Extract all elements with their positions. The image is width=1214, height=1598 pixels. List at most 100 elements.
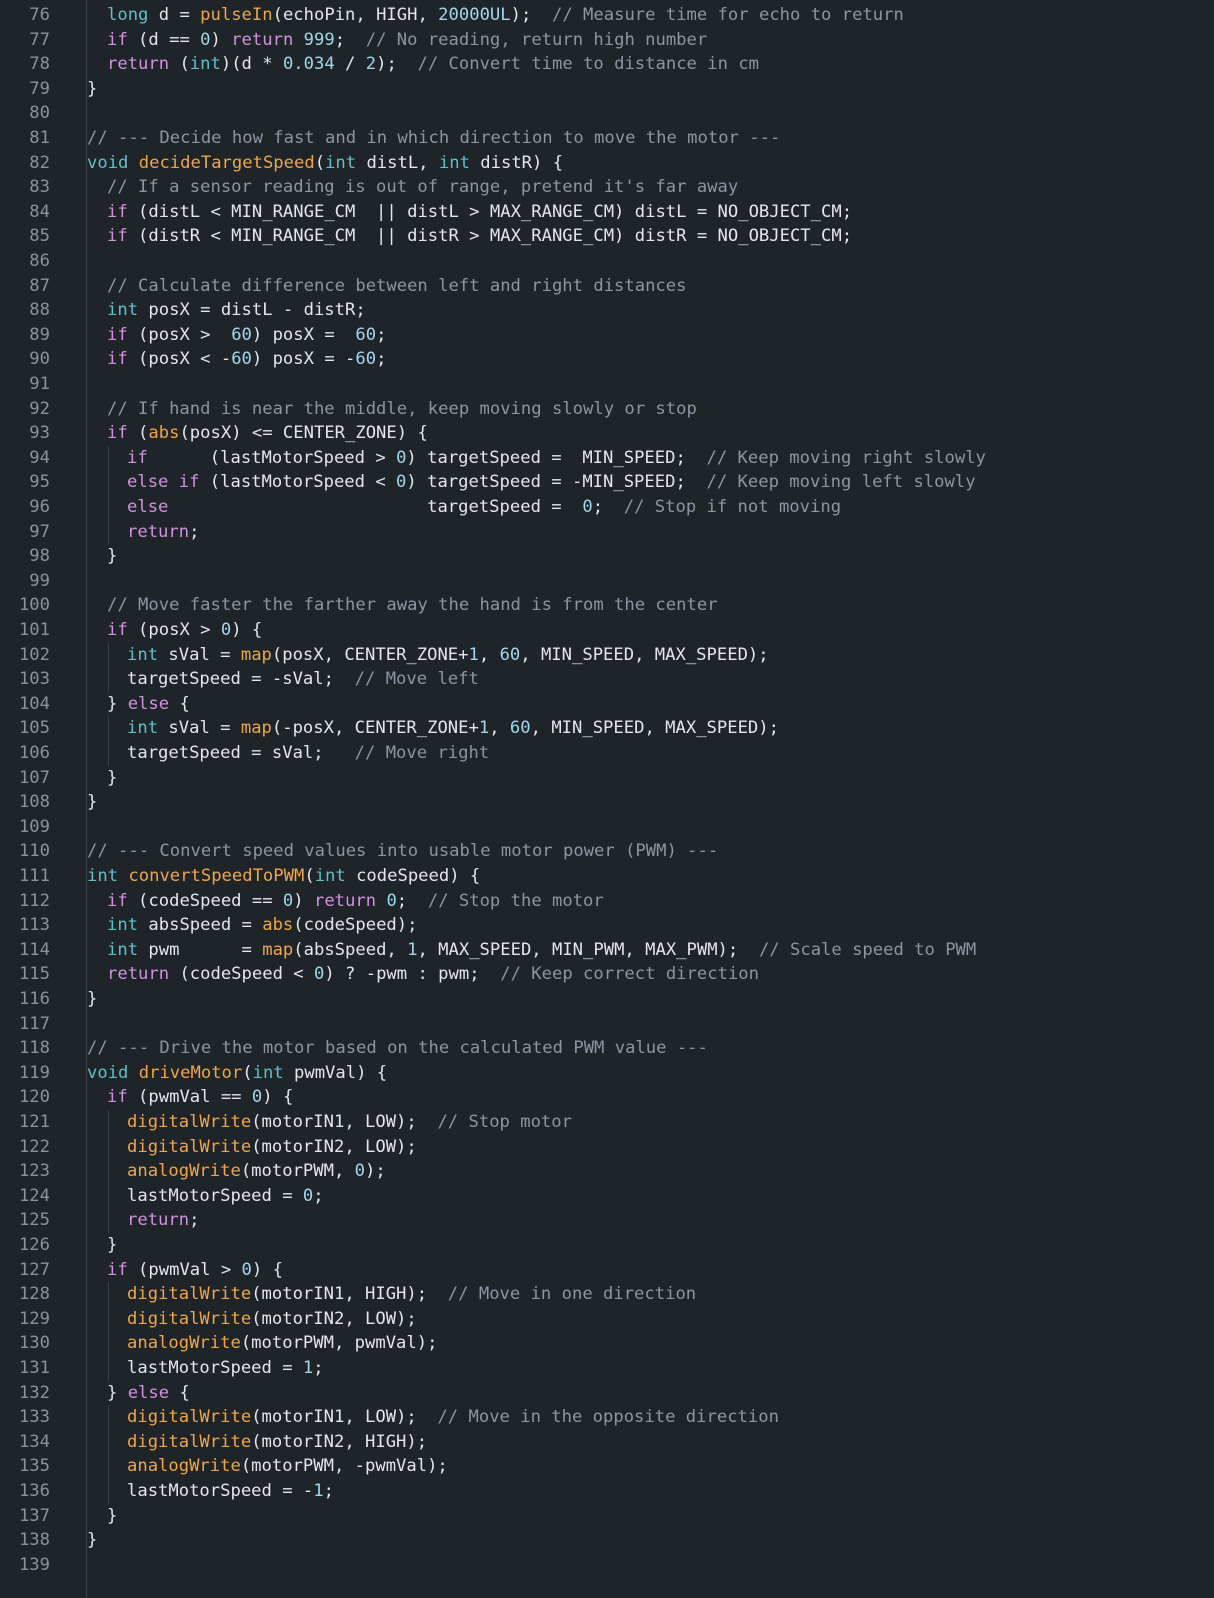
line-number: 105 <box>18 718 50 739</box>
code-line[interactable]: if (lastMotorSpeed > 0) targetSpeed = MI… <box>127 446 986 471</box>
code-line[interactable]: // If a sensor reading is out of range, … <box>107 175 738 200</box>
code-line[interactable]: int convertSpeedToPWM(int codeSpeed) { <box>87 864 480 889</box>
code-line[interactable]: int absSpeed = abs(codeSpeed); <box>107 913 417 938</box>
code-token: d = <box>148 5 201 25</box>
code-line[interactable]: if (pwmVal == 0) { <box>107 1085 293 1110</box>
code-line[interactable]: analogWrite(motorPWM, -pwmVal); <box>127 1454 448 1479</box>
code-line[interactable]: // --- Decide how fast and in which dire… <box>87 126 780 151</box>
code-line[interactable]: if (posX > 0) { <box>107 618 262 643</box>
code-line[interactable]: // Calculate difference between left and… <box>107 274 686 299</box>
code-line[interactable]: // Move faster the farther away the hand… <box>107 593 718 618</box>
line-number: 110 <box>18 841 50 862</box>
code-line[interactable]: void decideTargetSpeed(int distL, int di… <box>87 151 563 176</box>
code-editor[interactable]: 76 77 78 79 80 81 82 83 84 85 86 87 88 89 90 91 92 93 94 95… <box>0 0 1214 1598</box>
line-number: 136 <box>18 1481 50 1501</box>
code-line[interactable]: } <box>107 544 117 569</box>
code-line[interactable]: int pwm = map(absSpeed, 1, MAX_SPEED, MI… <box>107 938 976 963</box>
code-line[interactable]: long d = pulseIn(echoPin, HIGH, 20000UL)… <box>107 3 904 28</box>
code-line[interactable]: } <box>87 77 97 102</box>
code-token: ) { <box>251 1259 283 1280</box>
code-line[interactable]: int sVal = map(-posX, CENTER_ZONE+1, 60,… <box>127 716 779 741</box>
code-line[interactable]: else targetSpeed = 0; // Stop if not mov… <box>127 495 841 520</box>
code-token: , MIN_SPEED, MAX_SPEED); <box>520 644 769 665</box>
code-token: ; <box>313 1185 324 1206</box>
code-line[interactable]: lastMotorSpeed = -1; <box>127 1479 334 1504</box>
code-line[interactable]: return (codeSpeed < 0) ? -pwm : pwm; // … <box>107 962 759 987</box>
code-line[interactable]: void driveMotor(int pwmVal) { <box>87 1061 387 1086</box>
code-line[interactable]: digitalWrite(motorIN1, HIGH); // Move in… <box>127 1282 696 1307</box>
code-line[interactable]: } <box>107 1504 117 1529</box>
code-line[interactable]: if (distR < MIN_RANGE_CM || distR > MAX_… <box>107 224 852 249</box>
code-token: 60 <box>509 718 531 739</box>
code-line[interactable]: } <box>87 790 97 815</box>
code-line[interactable]: return; <box>127 520 199 545</box>
line-number: 92 <box>29 398 50 419</box>
code-line[interactable]: if (codeSpeed == 0) return 0; // Stop th… <box>107 889 604 914</box>
code-token: 0 <box>251 1087 263 1108</box>
code-token: // --- Decide how fast and in which dire… <box>87 128 781 148</box>
code-line[interactable]: if (posX > 60) posX = 60; <box>107 323 386 348</box>
code-token: (motorIN2, LOW); <box>251 1308 417 1329</box>
code-line[interactable]: // --- Convert speed values into usable … <box>87 839 718 864</box>
code-token: (absSpeed, <box>293 939 408 960</box>
code-line[interactable]: } <box>107 766 117 791</box>
code-token: } <box>107 767 118 788</box>
code-line[interactable]: if (posX < -60) posX = -60; <box>107 347 386 372</box>
code-line[interactable]: digitalWrite(motorIN1, LOW); // Stop mot… <box>127 1110 572 1135</box>
code-line[interactable]: // --- Drive the motor based on the calc… <box>87 1036 708 1061</box>
code-line[interactable]: analogWrite(motorPWM, pwmVal); <box>127 1331 437 1356</box>
code-token: / <box>334 54 366 75</box>
code-line[interactable]: else if (lastMotorSpeed < 0) targetSpeed… <box>127 470 976 495</box>
code-token: if <box>107 226 128 247</box>
code-token: (echoPin, HIGH, <box>272 5 439 25</box>
code-line[interactable]: } <box>87 1528 97 1553</box>
code-token: )(d * <box>220 54 283 75</box>
code-token: analogWrite <box>127 1456 241 1477</box>
code-token: 1 <box>468 644 479 665</box>
code-line[interactable]: digitalWrite(motorIN2, LOW); <box>127 1307 417 1332</box>
code-token: // Keep correct direction <box>500 964 759 985</box>
code-line[interactable]: digitalWrite(motorIN2, HIGH); <box>127 1430 427 1455</box>
code-token: 0.034 <box>282 54 335 75</box>
code-line[interactable]: int sVal = map(posX, CENTER_ZONE+1, 60, … <box>127 643 769 668</box>
code-line[interactable]: } <box>107 1233 117 1258</box>
line-number: 111 <box>18 866 50 886</box>
code-line[interactable]: if (distL < MIN_RANGE_CM || distL > MAX_… <box>107 200 852 225</box>
code-line[interactable]: if (abs(posX) <= CENTER_ZONE) { <box>107 421 428 446</box>
code-token: if <box>107 29 128 50</box>
code-token: (pwmVal > <box>127 1259 242 1280</box>
code-line[interactable]: digitalWrite(motorIN1, LOW); // Move in … <box>127 1405 779 1430</box>
line-number: 115 <box>18 964 50 985</box>
code-area[interactable]: long d = pulseIn(echoPin, HIGH, 20000UL)… <box>86 0 1214 1598</box>
code-token: ( <box>127 423 149 444</box>
line-number: 133 <box>18 1407 50 1428</box>
code-line[interactable]: targetSpeed = sVal; // Move right <box>127 741 489 766</box>
code-line[interactable]: // If hand is near the middle, keep movi… <box>107 397 697 422</box>
code-line[interactable]: int posX = distL - distR; <box>107 298 366 323</box>
code-token: } <box>107 1505 118 1526</box>
code-line[interactable]: lastMotorSpeed = 1; <box>127 1356 324 1381</box>
code-line[interactable]: } <box>87 987 97 1012</box>
code-line[interactable]: return (int)(d * 0.034 / 2); // Convert … <box>107 52 759 77</box>
code-line[interactable]: if (d == 0) return 999; // No reading, r… <box>107 28 707 53</box>
line-number: 135 <box>18 1456 50 1477</box>
code-line[interactable]: if (pwmVal > 0) { <box>107 1258 283 1283</box>
code-token: // If hand is near the middle, keep movi… <box>107 398 697 419</box>
code-line[interactable]: } else { <box>107 692 190 717</box>
code-token: (motorIN1, LOW); <box>251 1407 438 1428</box>
line-number: 116 <box>18 989 50 1009</box>
line-number: 126 <box>18 1235 50 1255</box>
code-token: 60 <box>499 644 521 665</box>
code-line[interactable]: targetSpeed = -sVal; // Move left <box>127 667 479 692</box>
code-line[interactable]: digitalWrite(motorIN2, LOW); <box>127 1135 417 1160</box>
code-token: (codeSpeed == <box>127 890 283 911</box>
code-line[interactable]: lastMotorSpeed = 0; <box>127 1184 324 1209</box>
code-line[interactable]: return; <box>127 1208 199 1233</box>
line-number: 128 <box>18 1284 50 1305</box>
line-number: 78 <box>29 54 50 75</box>
code-token: ) targetSpeed = -MIN_SPEED; <box>406 472 707 493</box>
code-line[interactable]: } else { <box>107 1381 190 1406</box>
code-token: ) <box>293 890 314 911</box>
code-line[interactable]: analogWrite(motorPWM, 0); <box>127 1159 386 1184</box>
code-token: 999 <box>303 29 335 50</box>
